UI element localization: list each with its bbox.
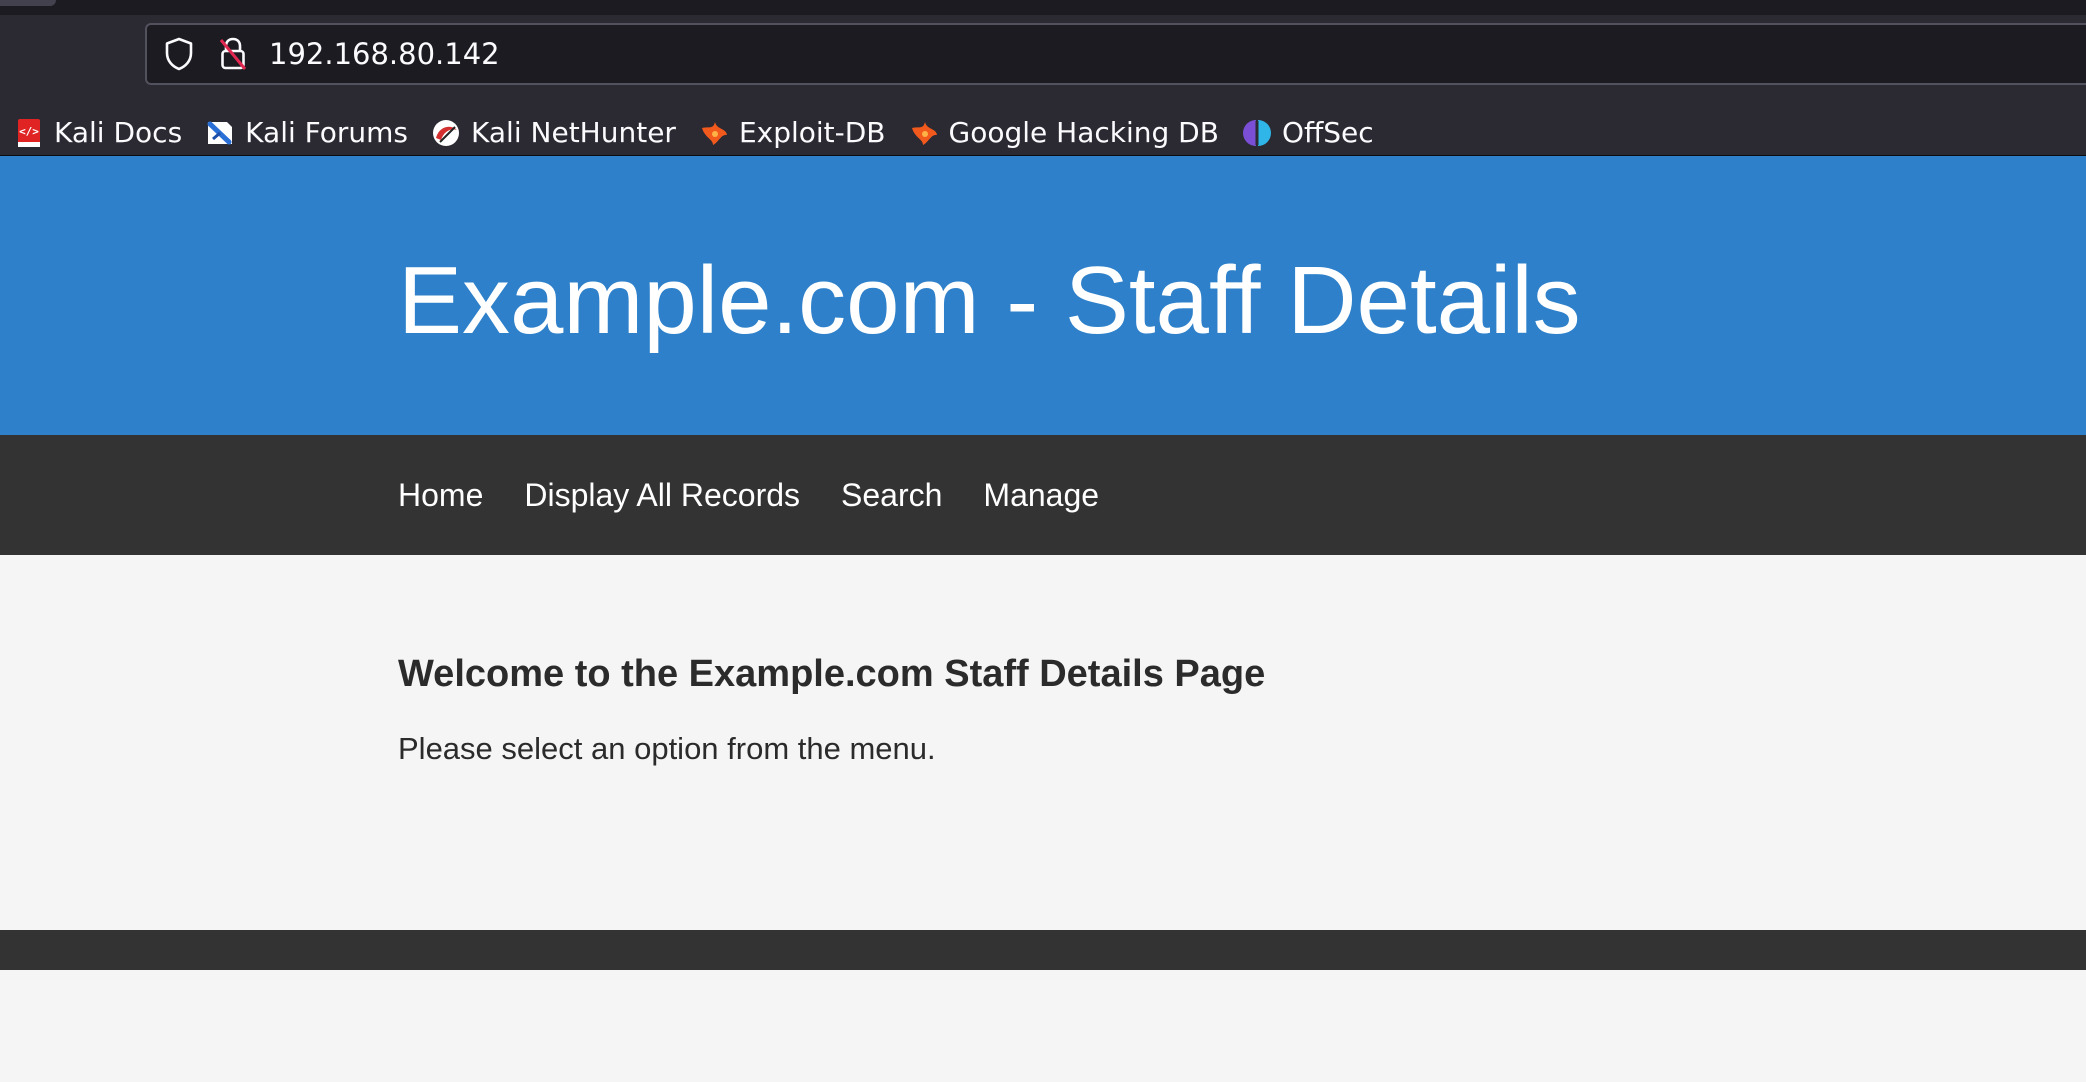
- bookmark-kali-forums[interactable]: Kali Forums: [204, 116, 408, 149]
- instruction-text: Please select an option from the menu.: [398, 731, 936, 766]
- bookmark-kali-docs[interactable]: </> Kali Docs: [13, 116, 182, 149]
- shield-icon[interactable]: [159, 25, 199, 83]
- browser-toolbar: 192.168.80.142: [0, 15, 2086, 110]
- address-bar[interactable]: 192.168.80.142: [145, 23, 2086, 85]
- bookmark-exploit-db[interactable]: Exploit-DB: [698, 116, 886, 149]
- site-header: Example.com - Staff Details: [0, 156, 2086, 435]
- kali-docs-icon: </>: [13, 117, 45, 149]
- nav-search-link[interactable]: Search: [841, 477, 942, 514]
- main-nav: Home Display All Records Search Manage: [0, 435, 2086, 555]
- bookmark-label: Kali NetHunter: [471, 116, 676, 149]
- bookmark-kali-nethunter[interactable]: Kali NetHunter: [430, 116, 676, 149]
- offsec-icon: [1241, 117, 1273, 149]
- site-footer: [0, 930, 2086, 970]
- bookmark-label: Google Hacking DB: [948, 116, 1219, 149]
- google-hacking-db-icon: [908, 117, 940, 149]
- welcome-heading: Welcome to the Example.com Staff Details…: [398, 653, 1266, 695]
- bookmark-label: Kali Docs: [54, 116, 183, 149]
- bookmark-google-hacking-db[interactable]: Google Hacking DB: [908, 116, 1219, 149]
- svg-text:</>: </>: [19, 125, 39, 138]
- bookmark-label: Exploit-DB: [738, 116, 886, 149]
- page-title: Example.com - Staff Details: [398, 247, 1581, 354]
- page-background: [0, 970, 2086, 1082]
- nav-display-all-records-link[interactable]: Display All Records: [524, 477, 800, 514]
- bookmark-offsec[interactable]: OffSec: [1241, 116, 1374, 149]
- browser-tab-strip: [0, 0, 2086, 15]
- url-text[interactable]: 192.168.80.142: [269, 25, 500, 83]
- bookmark-label: Kali Forums: [245, 116, 409, 149]
- insecure-lock-icon[interactable]: [213, 25, 253, 83]
- exploit-db-icon: [698, 117, 730, 149]
- bookmark-label: OffSec: [1281, 116, 1374, 149]
- browser-tab[interactable]: [0, 0, 56, 6]
- bookmarks-toolbar: </> Kali Docs Kali Forums Kali NetHunter: [0, 110, 2086, 156]
- kali-nethunter-icon: [430, 117, 462, 149]
- kali-forums-icon: [204, 117, 236, 149]
- main-content: Welcome to the Example.com Staff Details…: [0, 555, 2086, 930]
- nav-manage-link[interactable]: Manage: [983, 477, 1099, 514]
- nav-home-link[interactable]: Home: [398, 477, 483, 514]
